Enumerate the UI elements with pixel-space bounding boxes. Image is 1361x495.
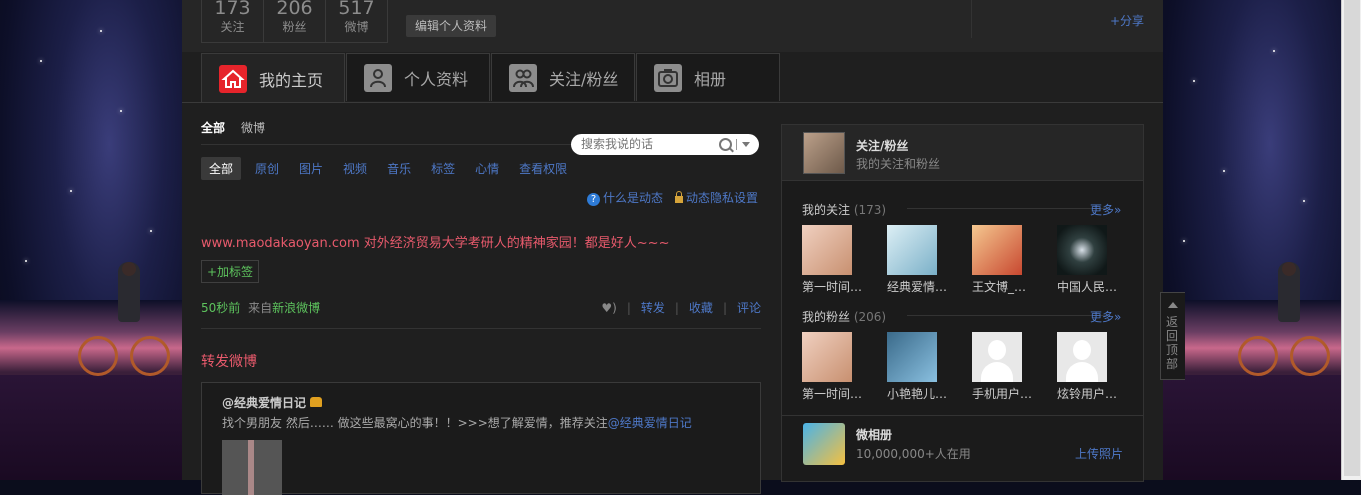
feed-column: 全部 微博 全部 原创 图片 视频 音乐 标签 心情 查看权限 ?什么是动态 动… (201, 103, 761, 495)
chevron-down-icon[interactable] (742, 142, 750, 147)
upload-photo-link[interactable]: 上传照片 (1075, 445, 1123, 462)
followers-more-link[interactable]: 更多» (1090, 308, 1121, 325)
avatar (972, 332, 1022, 382)
post-actions: ♥) | 转发 | 收藏 | 评论 (601, 299, 761, 316)
avatar[interactable] (803, 132, 845, 174)
follower-user[interactable]: 小艳艳儿… (887, 332, 947, 402)
avatar (972, 225, 1022, 275)
following-user[interactable]: 第一时间… (802, 225, 862, 295)
crown-icon (310, 397, 323, 407)
feed-tab-all[interactable]: 全部 (201, 119, 225, 136)
repost-button[interactable]: 转发 (641, 299, 665, 316)
topright-panel: +分享 (971, 0, 1164, 38)
feed-tabs-divider (201, 144, 571, 145)
search-divider (736, 139, 737, 150)
question-icon: ? (587, 193, 600, 206)
profile-tabs: 我的主页 个人资料 关注/粉丝 相册 (201, 53, 781, 103)
sidebar-header: 关注/粉丝 我的关注和粉丝 (782, 125, 1143, 181)
repost-title: 转发微博 (201, 354, 257, 370)
avatar (887, 332, 937, 382)
repost-image[interactable] (222, 440, 282, 495)
avatar (802, 225, 852, 275)
tab-album[interactable]: 相册 (636, 53, 780, 101)
favorite-button[interactable]: 收藏 (689, 299, 713, 316)
search-box (571, 134, 759, 155)
post-time[interactable]: 50秒前 (201, 301, 240, 315)
following-divider (907, 208, 1107, 209)
sidebar-subtitle: 我的关注和粉丝 (856, 157, 941, 171)
tab-profile[interactable]: 个人资料 (346, 53, 490, 101)
following-title: 我的关注 (173) (802, 203, 887, 217)
source-link[interactable]: 新浪微博 (272, 301, 320, 315)
vertical-scrollbar[interactable] (1341, 0, 1361, 480)
filter-image[interactable]: 图片 (299, 160, 323, 177)
search-icon[interactable] (719, 138, 732, 151)
following-user[interactable]: 中国人民… (1057, 225, 1117, 295)
back-to-top-button[interactable]: 返回顶部 (1160, 292, 1185, 380)
feed-tab-weibo[interactable]: 微博 (241, 119, 265, 136)
avatar (1057, 225, 1107, 275)
search-input[interactable] (581, 136, 711, 152)
tab-follow[interactable]: 关注/粉丝 (491, 53, 635, 101)
album-subtitle: 10,000,000+人在用 (856, 447, 971, 461)
avatar (802, 332, 852, 382)
filter-music[interactable]: 音乐 (387, 160, 411, 177)
filter-permission[interactable]: 查看权限 (519, 160, 567, 177)
post-meta: 50秒前 来自新浪微博 ♥) | 转发 | 收藏 | 评论 (201, 299, 761, 316)
repost-text: 找个男朋友 然后…… 做这些最窝心的事！！>>>想了解爱情，推荐关注@经典爱情日… (222, 416, 692, 430)
stat-followers[interactable]: 206 粉丝 (264, 0, 326, 42)
people-icon (509, 63, 537, 92)
album-title[interactable]: 微相册 (856, 426, 892, 443)
speaker-icon[interactable]: ♥) (601, 301, 616, 315)
following-more-link[interactable]: 更多» (1090, 201, 1121, 218)
following-user[interactable]: 经典爱情… (887, 225, 947, 295)
post-divider (201, 328, 761, 329)
follower-user[interactable]: 炫铃用户… (1057, 332, 1117, 402)
arrow-up-icon (1168, 302, 1178, 308)
background-left (0, 0, 182, 480)
sidebar-follow-panel: 关注/粉丝 我的关注和粉丝 我的关注 (173) 更多» 第一时间… 经典爱情…… (781, 124, 1144, 482)
sidebar-title[interactable]: 关注/粉丝 (856, 137, 908, 154)
filter-video[interactable]: 视频 (343, 160, 367, 177)
profile-stats: 173 关注 206 粉丝 517 微博 (201, 0, 388, 43)
post-source: 来自新浪微博 (248, 301, 321, 315)
dynamic-links: ? 什么是动态 动态隐私设置 (587, 189, 758, 206)
album-icon[interactable] (803, 423, 845, 465)
repost-author[interactable]: @经典爱情日记 (222, 394, 323, 411)
post-text: www.maodakaoyan.com 对外经济贸易大学考研人的精神家园！都是好… (201, 236, 670, 251)
comment-button[interactable]: 评论 (737, 299, 761, 316)
filter-tag[interactable]: 标签 (431, 160, 455, 177)
filter-mood[interactable]: 心情 (475, 160, 499, 177)
filter-all[interactable]: 全部 (201, 157, 242, 180)
person-icon (364, 63, 392, 92)
profile-topbar: 173 关注 206 粉丝 517 微博 编辑个人资料 +分享 (182, 0, 1163, 52)
camera-icon (654, 63, 682, 92)
lock-icon (675, 191, 684, 203)
avatar (887, 225, 937, 275)
feed-tabs: 全部 微博 (201, 119, 265, 136)
filter-original[interactable]: 原创 (255, 160, 279, 177)
edit-profile-button[interactable]: 编辑个人资料 (406, 15, 497, 37)
followers-divider (907, 315, 1107, 316)
dynamic-privacy-link[interactable]: 动态隐私设置 (675, 189, 758, 206)
tab-home[interactable]: 我的主页 (201, 53, 345, 103)
avatar (1057, 332, 1107, 382)
filter-bar: 全部 原创 图片 视频 音乐 标签 心情 查看权限 (201, 157, 587, 180)
album-promo: 微相册 10,000,000+人在用 上传照片 (782, 415, 1143, 471)
home-icon (219, 64, 247, 93)
follower-user[interactable]: 第一时间… (802, 332, 862, 402)
main-panel: 173 关注 206 粉丝 517 微博 编辑个人资料 +分享 我的主页 个人资… (182, 0, 1163, 495)
add-tag-button[interactable]: +加标签 (201, 260, 260, 283)
share-link[interactable]: +分享 (1110, 12, 1144, 29)
mention-link[interactable]: @经典爱情日记 (608, 416, 692, 430)
stat-following[interactable]: 173 关注 (202, 0, 264, 42)
followers-title: 我的粉丝 (206) (802, 310, 887, 324)
what-is-dynamic-link[interactable]: ? 什么是动态 (587, 189, 663, 206)
background-right (1163, 0, 1341, 480)
stat-weibo[interactable]: 517 微博 (326, 0, 387, 42)
follower-user[interactable]: 手机用户… (972, 332, 1032, 402)
following-user[interactable]: 王文博_… (972, 225, 1032, 295)
repost-card: @经典爱情日记 找个男朋友 然后…… 做这些最窝心的事！！>>>想了解爱情，推荐… (201, 382, 761, 495)
